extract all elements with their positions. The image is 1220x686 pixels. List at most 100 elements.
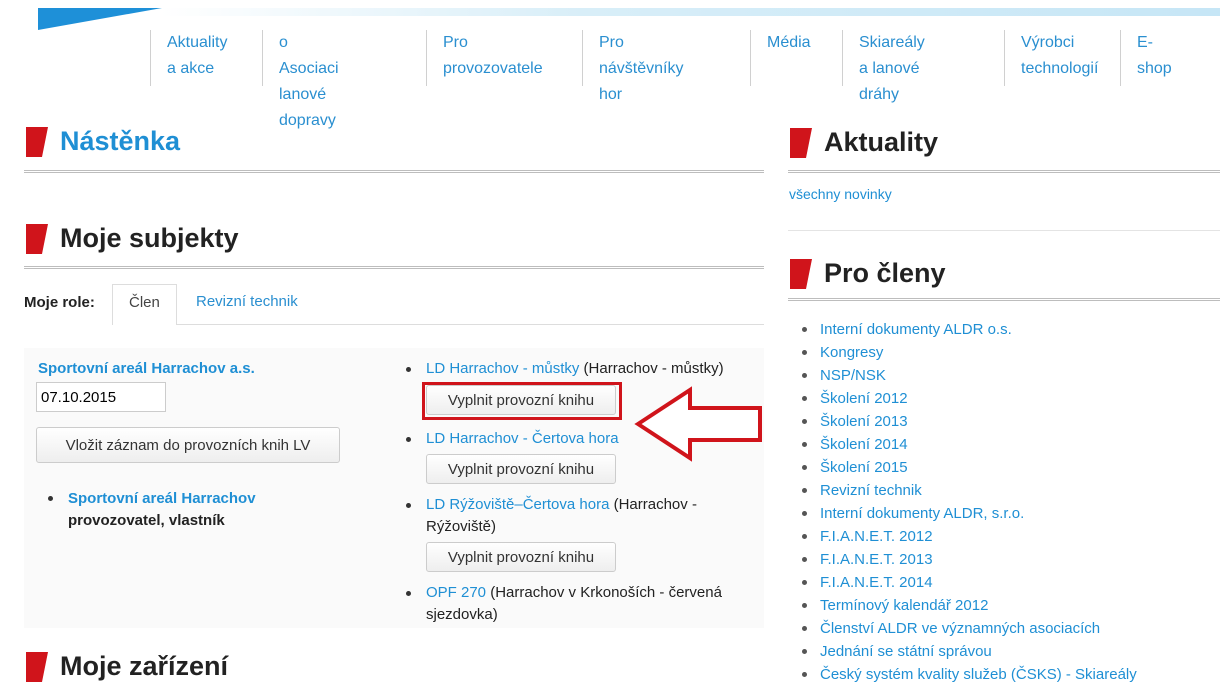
members-link[interactable]: Termínový kalendář 2012 [820,597,988,614]
members-link[interactable]: F.I.A.N.E.T. 2013 [820,551,933,568]
list-item[interactable]: Interní dokumenty ALDR o.s. [798,318,1137,341]
red-flag-icon [26,223,48,254]
company-item-roles: provozovatel, vlastník [68,512,225,529]
nav-item-eshop[interactable]: E-shop [1120,30,1172,86]
roles-label: Moje role: [24,294,95,311]
nav-label-1: o Asociaci [279,34,339,77]
list-item[interactable]: NSP/NSK [798,364,1137,387]
nav-label-2: provozovatele [443,60,543,77]
bullet-icon [406,437,411,442]
list-item[interactable]: Termínový kalendář 2012 [798,594,1137,617]
company-list-item: Sportovní areál Harrachov provozovatel, … [48,488,256,532]
divider [788,230,1220,231]
annotation-arrow-icon [634,386,762,462]
date-field[interactable] [36,382,166,412]
nav-label-1: Média [767,34,811,51]
lift-link[interactable]: LD Harrachov - můstky [426,360,579,377]
members-link[interactable]: Interní dokumenty ALDR, s.r.o. [820,505,1024,522]
nav-label-1: Skiareály [859,34,925,51]
bullet-icon [802,373,807,378]
lift-link[interactable]: LD Rýžoviště–Čertova hora [426,496,609,513]
list-item[interactable]: F.I.A.N.E.T. 2013 [798,548,1137,571]
all-news-link[interactable]: všechny novinky [789,186,892,202]
members-link[interactable]: NSP/NSK [820,367,886,384]
nav-item-media[interactable]: Média [750,30,811,86]
list-item[interactable]: Jednání se státní správou [798,640,1137,663]
members-link[interactable]: F.I.A.N.E.T. 2012 [820,528,933,545]
tab-inspector[interactable]: Revizní technik [180,284,314,324]
members-link[interactable]: Jednání se státní správou [820,643,992,660]
lift-link[interactable]: LD Harrachov - Čertova hora [426,430,619,447]
site-logo[interactable] [38,8,162,30]
fill-logbook-button[interactable]: Vyplnit provozní knihu [426,454,616,484]
page-title[interactable]: Nástěnka [60,126,180,157]
bullet-icon [406,367,411,372]
bullet-icon [802,442,807,447]
top-decor-strip [160,8,1220,16]
list-item[interactable]: F.I.A.N.E.T. 2012 [798,525,1137,548]
nav-label-1: Výrobci [1021,34,1075,51]
list-item[interactable]: Školení 2014 [798,433,1137,456]
list-item[interactable]: Interní dokumenty ALDR, s.r.o. [798,502,1137,525]
members-link[interactable]: F.I.A.N.E.T. 2014 [820,574,933,591]
members-link[interactable]: Český systém kvality služeb (ČSKS) - Ski… [820,666,1137,683]
list-item[interactable]: Školení 2012 [798,387,1137,410]
bullet-icon [802,603,807,608]
red-flag-icon [790,127,812,158]
members-link[interactable]: Revizní technik [820,482,922,499]
list-item[interactable]: Školení 2015 [798,456,1137,479]
nav-item-provozovatele[interactable]: Pro provozovatele [426,30,543,86]
members-link[interactable]: Školení 2014 [820,436,908,453]
list-item[interactable]: Revizní technik [798,479,1137,502]
members-link[interactable]: Školení 2012 [820,390,908,407]
list-item[interactable]: F.I.A.N.E.T. 2014 [798,571,1137,594]
nav-label-2: a akce [167,60,215,77]
fill-logbook-button[interactable]: Vyplnit provozní knihu [426,385,616,415]
role-tabs: Moje role: Člen Revizní technik [24,284,764,325]
nav-item-asociace[interactable]: o Asociaci lanové dopravy [262,30,339,129]
members-link[interactable]: Školení 2015 [820,459,908,476]
red-flag-icon [26,126,48,157]
news-heading: Aktuality [790,127,938,158]
members-link[interactable]: Interní dokumenty ALDR o.s. [820,321,1012,338]
nav-label-2: technologií [1021,60,1099,77]
nav-label-2: a lanové dráhy [859,60,920,103]
bullet-icon [802,465,807,470]
bullet-icon [406,591,411,596]
company-item-link[interactable]: Sportovní areál Harrachov [68,488,256,510]
divider [788,170,1220,173]
members-link[interactable]: Kongresy [820,344,883,361]
nav-label-1: Aktuality [167,34,228,51]
bullet-icon [406,503,411,508]
bullet-icon [802,580,807,585]
tab-member[interactable]: Člen [112,284,177,325]
nav-label-2: návštěvníky hor [599,60,684,103]
nav-label-1: Pro [599,34,624,51]
divider [24,266,764,269]
bullet-icon [802,511,807,516]
company-link[interactable]: Sportovní areál Harrachov a.s. [38,360,255,377]
members-links-list: Interní dokumenty ALDR o.s. Kongresy NSP… [798,318,1137,686]
add-record-button[interactable]: Vložit záznam do provozních knih LV [36,427,340,463]
bullet-icon [802,534,807,539]
bullet-icon [802,396,807,401]
devices-heading: Moje zařízení [26,651,228,682]
news-title: Aktuality [824,127,939,157]
fill-logbook-button[interactable]: Vyplnit provozní knihu [426,542,616,572]
nav-item-navstevnici[interactable]: Pro návštěvníky hor [582,30,683,103]
list-item: LD Rýžoviště–Čertova hora (Harrachov - R… [406,494,756,578]
bullet-icon [802,626,807,631]
nav-item-vyrobci[interactable]: Výrobci technologií [1004,30,1098,86]
lift-link[interactable]: OPF 270 [426,584,486,601]
list-item[interactable]: Kongresy [798,341,1137,364]
list-item[interactable]: Členství ALDR ve významných asociacích [798,617,1137,640]
bullet-icon [802,327,807,332]
members-link[interactable]: Školení 2013 [820,413,908,430]
red-flag-icon [790,258,812,289]
members-link[interactable]: Členství ALDR ve významných asociacích [820,620,1100,637]
list-item[interactable]: Školení 2013 [798,410,1137,433]
devices-title: Moje zařízení [60,651,229,681]
nav-item-aktuality[interactable]: Aktuality a akce [150,30,227,86]
bullet-icon [802,350,807,355]
nav-item-skiarealy[interactable]: Skiareály a lanové dráhy [842,30,925,103]
